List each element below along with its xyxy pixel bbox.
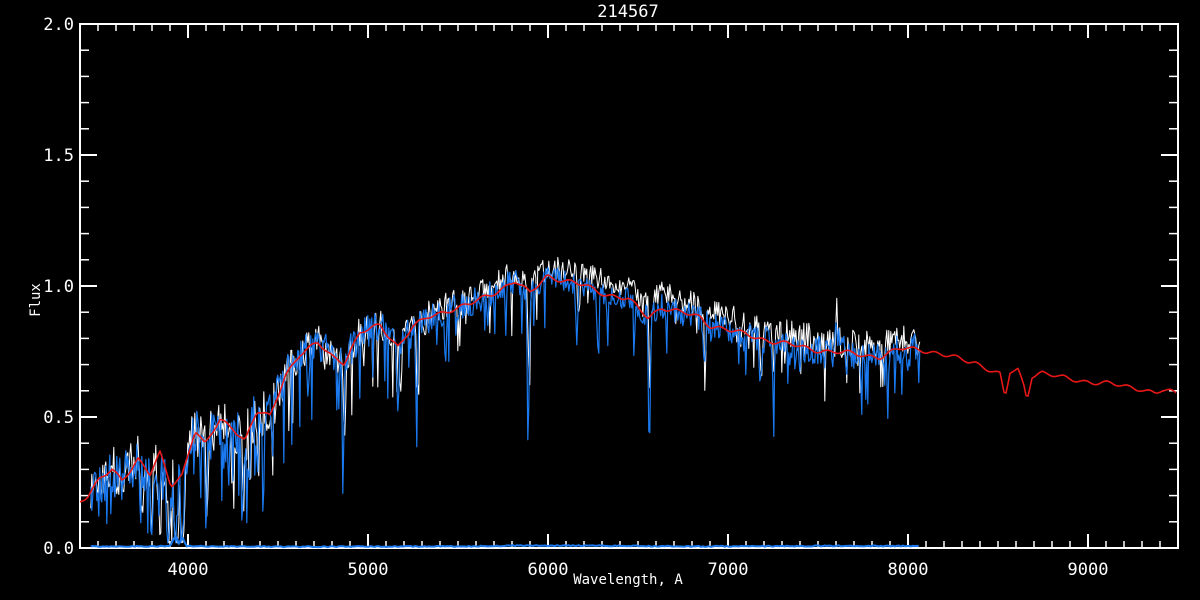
plot-title: 214567 — [597, 2, 658, 22]
x-axis-label: Wavelength, A — [573, 572, 683, 588]
spectrum-chart-window: 4000 5000 6000 7000 8000 9000 0.0 0.5 1.0 1.5 2.0 … — [0, 0, 1200, 600]
y-tick-label: 1.0 — [43, 277, 74, 297]
y-axis-label: Flux — [28, 283, 44, 317]
spectrum-plot: 4000 5000 6000 7000 8000 90000.00.51.01.52.0 … — [0, 0, 1200, 600]
y-tick-label: 1.5 — [43, 146, 74, 166]
x-tick-label: 6000 — [528, 560, 569, 580]
x-tick-label: 7000 — [708, 560, 749, 580]
x-tick-label: 5000 — [348, 560, 389, 580]
x-tick-label: 4000 — [168, 560, 209, 580]
y-tick-label: 0.5 — [43, 408, 74, 428]
y-tick-label: 2.0 — [43, 15, 74, 35]
x-tick-label: 8000 — [888, 560, 929, 580]
x-tick-label: 9000 — [1068, 560, 1109, 580]
y-tick-label: 0.0 — [43, 539, 74, 559]
